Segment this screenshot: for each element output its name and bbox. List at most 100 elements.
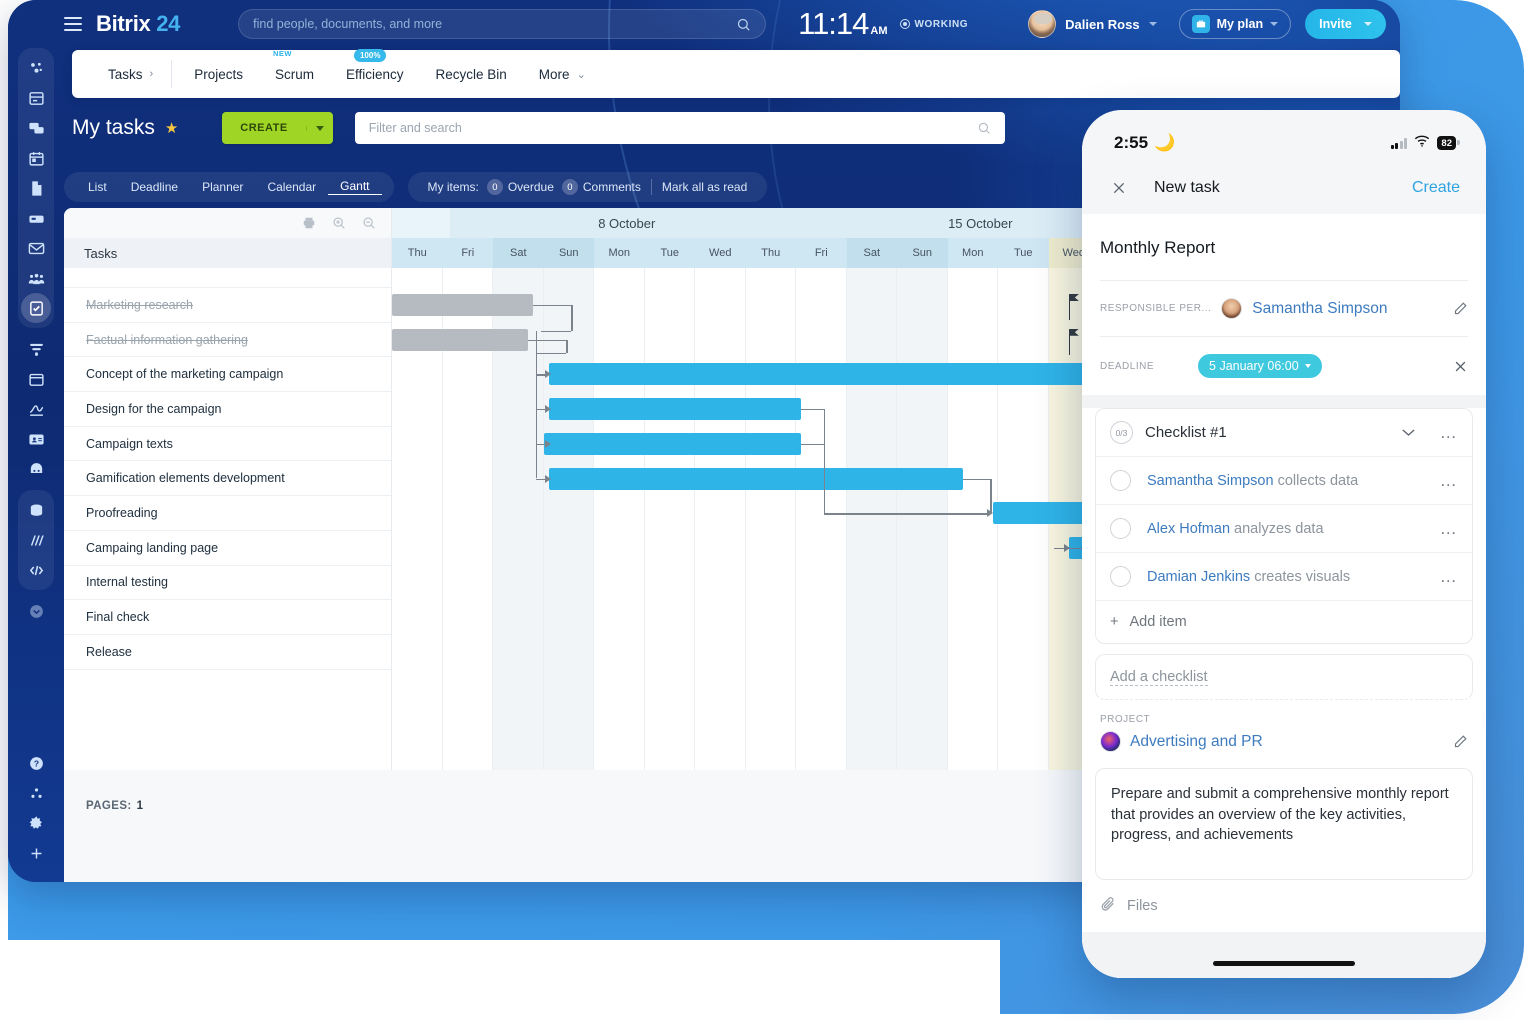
gantt-dependency-arrow xyxy=(545,370,551,378)
deadline-pill[interactable]: 5 January 06:00 xyxy=(1198,354,1322,378)
search-input[interactable] xyxy=(253,17,736,31)
global-search[interactable] xyxy=(238,9,766,39)
close-icon[interactable] xyxy=(1108,177,1130,199)
gantt-task-row[interactable]: Proofreading xyxy=(64,496,391,531)
edit-pencil-icon[interactable] xyxy=(1453,734,1468,749)
news-feed-icon[interactable] xyxy=(20,83,52,113)
responsible-person-value[interactable]: Samantha Simpson xyxy=(1252,300,1387,318)
checklist-item[interactable]: Damian Jenkins creates visuals … xyxy=(1096,553,1472,601)
tab-tasks[interactable]: Tasks › xyxy=(92,60,172,88)
chat-icon[interactable] xyxy=(20,113,52,143)
settings-icon[interactable] xyxy=(20,808,52,838)
calendar-icon[interactable] xyxy=(20,143,52,173)
automation-bot-icon[interactable] xyxy=(20,454,52,484)
add-checklist-button[interactable]: Add a checklist xyxy=(1095,654,1473,700)
chevron-down-icon[interactable] xyxy=(1401,428,1416,437)
edit-pencil-icon[interactable] xyxy=(1453,301,1468,316)
subnav-item-calendar[interactable]: Calendar xyxy=(255,180,328,194)
crm-funnel-icon[interactable] xyxy=(20,334,52,364)
checklist-item-menu-icon[interactable]: … xyxy=(1428,477,1458,485)
mail-icon[interactable] xyxy=(20,233,52,263)
page-title: My tasks xyxy=(72,116,155,140)
signature-icon[interactable] xyxy=(20,394,52,424)
checklist-item-text: Alex Hofman analyzes data xyxy=(1147,521,1324,537)
gantt-task-row[interactable]: Campaign texts xyxy=(64,427,391,462)
tab-scrum[interactable]: NEW Scrum xyxy=(259,60,330,88)
gantt-task-row[interactable]: Internal testing xyxy=(64,566,391,601)
gantt-task-row[interactable]: Release xyxy=(64,635,391,670)
checkbox[interactable] xyxy=(1110,518,1131,539)
gantt-task-row[interactable]: Factual information gathering xyxy=(64,323,391,358)
filter-and-search[interactable] xyxy=(355,112,1005,144)
phone-screen-title: New task xyxy=(1154,179,1220,197)
checklist-item-menu-icon[interactable]: … xyxy=(1428,525,1458,533)
checkbox[interactable] xyxy=(1110,566,1131,587)
overdue-label[interactable]: Overdue xyxy=(508,180,554,194)
phone-create-button[interactable]: Create xyxy=(1412,179,1460,197)
tab-projects[interactable]: Projects xyxy=(178,60,259,88)
deadline-row[interactable]: DEADLINE 5 January 06:00 xyxy=(1082,337,1486,395)
checklist-item[interactable]: Samantha Simpson collects data … xyxy=(1096,457,1472,505)
create-dropdown-toggle[interactable] xyxy=(306,126,333,131)
activity-stream-icon[interactable] xyxy=(20,53,52,83)
gantt-task-row[interactable]: Concept of the marketing campaign xyxy=(64,357,391,392)
user-menu[interactable]: Dalien Ross xyxy=(1028,10,1156,38)
gantt-bar[interactable] xyxy=(549,363,1099,385)
checkbox[interactable] xyxy=(1110,470,1131,491)
gantt-task-row[interactable]: Marketing research xyxy=(64,288,391,323)
gantt-bar[interactable] xyxy=(549,468,963,490)
documents-icon[interactable] xyxy=(20,173,52,203)
subnav-item-deadline[interactable]: Deadline xyxy=(119,180,190,194)
mark-all-as-read-button[interactable]: Mark all as read xyxy=(662,180,755,194)
drive-icon[interactable] xyxy=(20,203,52,233)
tab-more[interactable]: More ⌄ xyxy=(523,60,602,88)
tasks-icon[interactable] xyxy=(21,293,51,323)
marketplace-icon[interactable] xyxy=(20,495,52,525)
working-status[interactable]: WORKING xyxy=(900,19,969,30)
gantt-bar[interactable] xyxy=(544,433,802,455)
comments-label[interactable]: Comments xyxy=(583,180,641,194)
contact-center-icon[interactable] xyxy=(20,424,52,454)
checklist-item-menu-icon[interactable]: … xyxy=(1428,573,1458,581)
description-field[interactable]: Prepare and submit a comprehensive month… xyxy=(1095,768,1473,880)
subnav-item-planner[interactable]: Planner xyxy=(190,180,255,194)
my-plan-button[interactable]: My plan xyxy=(1179,9,1292,39)
gantt-dependency-line xyxy=(566,340,567,353)
gantt-task-row[interactable]: Campaing landing page xyxy=(64,531,391,566)
gantt-bar[interactable] xyxy=(392,329,528,351)
filter-input[interactable] xyxy=(369,121,977,135)
project-value[interactable]: Advertising and PR xyxy=(1130,733,1263,751)
tab-recycle-bin[interactable]: Recycle Bin xyxy=(420,60,523,88)
analytics-icon[interactable] xyxy=(20,525,52,555)
gantt-bar[interactable] xyxy=(549,398,802,420)
add-icon[interactable] xyxy=(20,838,52,868)
add-checklist-item-button[interactable]: + Add item xyxy=(1096,601,1472,643)
responsible-person-row[interactable]: RESPONSIBLE PER... Samantha Simpson xyxy=(1082,281,1486,336)
checklist-header[interactable]: 0/3 Checklist #1 … xyxy=(1096,409,1472,457)
invite-button[interactable]: Invite xyxy=(1305,9,1386,39)
files-button[interactable]: Files xyxy=(1082,880,1486,916)
subnav-item-list[interactable]: List xyxy=(76,180,119,194)
tab-efficiency[interactable]: 100% Efficiency xyxy=(330,60,420,88)
clear-deadline-icon[interactable] xyxy=(1453,359,1468,374)
help-icon[interactable]: ? xyxy=(20,748,52,778)
sites-icon[interactable] xyxy=(20,364,52,394)
checklist-menu-icon[interactable]: … xyxy=(1428,429,1458,437)
rail-group-primary xyxy=(18,48,54,328)
project-row[interactable]: Advertising and PR xyxy=(1100,731,1468,752)
gantt-task-row[interactable]: Gamification elements development xyxy=(64,461,391,496)
favorite-star-icon[interactable]: ★ xyxy=(165,119,178,137)
apps-icon[interactable] xyxy=(20,778,52,808)
task-name-field[interactable]: Monthly Report xyxy=(1082,214,1486,280)
company-icon[interactable] xyxy=(20,263,52,293)
gantt-task-row[interactable]: Design for the campaign xyxy=(64,392,391,427)
menu-burger-icon[interactable] xyxy=(64,17,82,31)
create-button[interactable]: CREATE xyxy=(222,112,332,144)
checklist-item[interactable]: Alex Hofman analyzes data … xyxy=(1096,505,1472,553)
gantt-bar[interactable] xyxy=(392,294,533,316)
devops-icon[interactable] xyxy=(20,555,52,585)
collapse-icon[interactable] xyxy=(20,596,52,626)
gantt-task-row[interactable]: Final check xyxy=(64,600,391,635)
gantt-dependency-line xyxy=(990,479,991,514)
subnav-item-gantt[interactable]: Gantt xyxy=(328,179,381,195)
